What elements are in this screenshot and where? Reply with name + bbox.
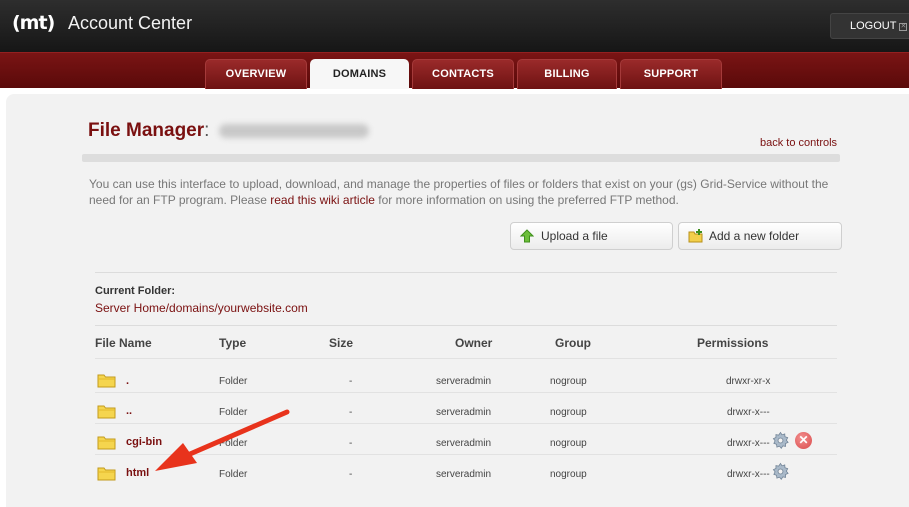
folder-icon	[97, 374, 116, 388]
column-header-size[interactable]: Size	[329, 336, 353, 350]
file-type: Folder	[219, 407, 248, 418]
file-permissions: drwxr-x---	[727, 469, 770, 480]
folder-icon	[97, 467, 116, 481]
file-size: -	[349, 407, 353, 418]
description-text-2: for more information on using the prefer…	[374, 193, 679, 207]
file-size: -	[349, 376, 353, 387]
column-header-permissions[interactable]: Permissions	[697, 336, 768, 350]
row-divider	[95, 392, 837, 393]
section-divider	[95, 325, 837, 326]
file-group: nogroup	[550, 469, 587, 480]
wiki-article-link[interactable]: read this wiki article	[270, 193, 375, 207]
section-divider	[95, 272, 837, 273]
upload-file-label: Upload a file	[541, 229, 608, 243]
page-title-text: File Manager	[88, 120, 205, 141]
logo: (mt)	[12, 12, 55, 34]
back-to-controls-link[interactable]: back to controls	[760, 137, 837, 149]
upload-arrow-icon	[520, 229, 534, 243]
row-divider	[95, 454, 837, 455]
folder-icon	[97, 405, 116, 419]
file-type: Folder	[219, 376, 248, 387]
current-folder-label: Current Folder:	[95, 285, 176, 297]
file-name-link[interactable]: html	[126, 467, 149, 479]
tab-contacts[interactable]: CONTACTS	[412, 59, 514, 89]
add-folder-button[interactable]: Add a new folder	[678, 222, 842, 250]
file-owner: serveradmin	[436, 469, 492, 480]
tab-support[interactable]: SUPPORT	[620, 59, 722, 89]
row-divider	[95, 358, 837, 359]
file-type: Folder	[219, 469, 248, 480]
logout-label: LOGOUT	[850, 20, 897, 32]
tab-overview[interactable]: OVERVIEW	[205, 59, 307, 89]
row-divider	[95, 423, 837, 424]
page-title: File Manager:	[88, 120, 209, 142]
file-permissions: drwxr-x---	[727, 407, 770, 418]
file-group: nogroup	[550, 376, 587, 387]
folder-icon	[97, 436, 116, 450]
file-owner: serveradmin	[436, 438, 492, 449]
app-title: Account Center	[68, 13, 193, 33]
gear-icon[interactable]	[771, 431, 790, 450]
divider	[82, 154, 840, 162]
add-folder-icon	[688, 229, 703, 243]
file-type: Folder	[219, 438, 248, 449]
main-nav: OVERVIEW DOMAINS CONTACTS BILLING SUPPOR…	[0, 52, 909, 89]
file-owner: serveradmin	[436, 407, 492, 418]
file-size: -	[349, 469, 353, 480]
upload-file-button[interactable]: Upload a file	[510, 222, 673, 250]
file-size: -	[349, 438, 353, 449]
page-title-colon: :	[204, 120, 210, 141]
add-folder-label: Add a new folder	[709, 229, 800, 243]
tab-domains[interactable]: DOMAINS	[310, 59, 409, 89]
file-name-link[interactable]: .	[126, 375, 129, 387]
top-bar: (mt) Account Center LOGOUT ✕	[0, 0, 909, 52]
description: You can use this interface to upload, do…	[89, 176, 849, 208]
tab-billing[interactable]: BILLING	[517, 59, 617, 89]
file-name-link[interactable]: ..	[126, 405, 132, 417]
file-name-link[interactable]: cgi-bin	[126, 436, 162, 448]
file-manager-panel: File Manager: back to controls You can u…	[6, 94, 909, 507]
current-folder-path: Server Home/domains/yourwebsite.com	[95, 301, 308, 315]
column-header-name[interactable]: File Name	[95, 336, 152, 350]
file-owner: serveradmin	[436, 376, 492, 387]
logout-button[interactable]: LOGOUT ✕	[830, 13, 909, 39]
column-header-group[interactable]: Group	[555, 336, 591, 350]
gear-icon[interactable]	[771, 462, 790, 481]
redacted-domain	[219, 124, 369, 138]
file-group: nogroup	[550, 438, 587, 449]
file-permissions: drwxr-xr-x	[726, 376, 771, 387]
file-permissions: drwxr-x---	[727, 438, 770, 449]
close-icon: ✕	[899, 23, 908, 31]
column-header-type[interactable]: Type	[219, 336, 246, 350]
column-header-owner[interactable]: Owner	[455, 336, 492, 350]
delete-icon[interactable]: ✕	[795, 432, 812, 449]
file-group: nogroup	[550, 407, 587, 418]
